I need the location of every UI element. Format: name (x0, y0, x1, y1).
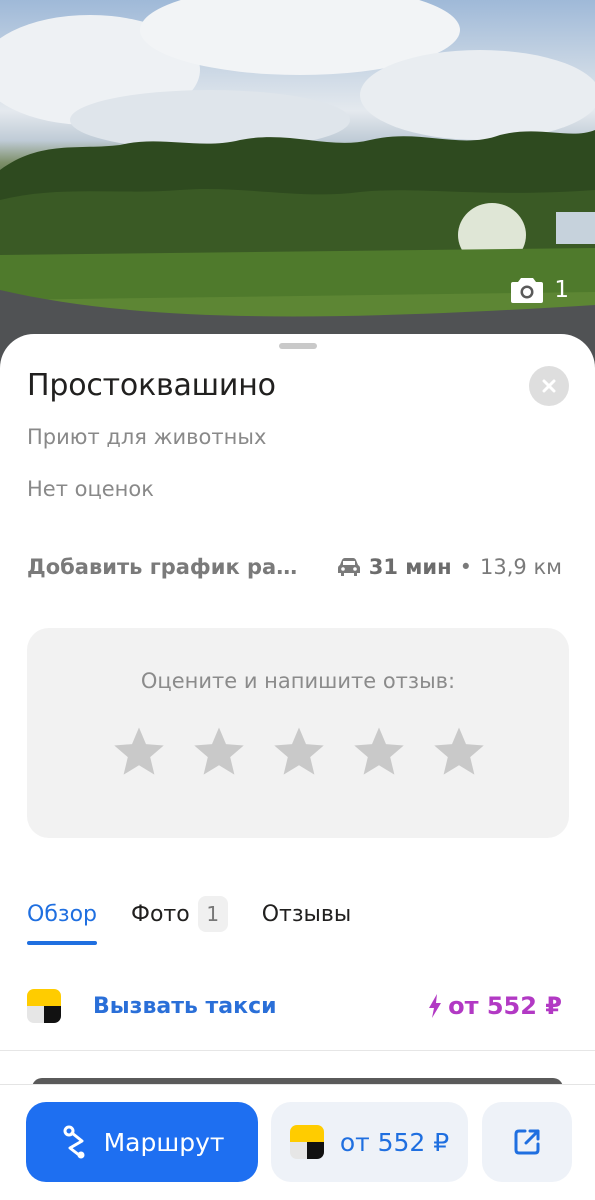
camera-icon (511, 278, 544, 303)
yandex-taxi-logo-icon (289, 1125, 324, 1159)
route-button[interactable]: Маршрут (26, 1102, 258, 1182)
taxi-button-price: от 552 ₽ (339, 1127, 450, 1157)
tab-bar: Обзор Фото 1 Отзывы (27, 892, 352, 945)
tab-overview-label: Обзор (27, 901, 98, 927)
close-button[interactable] (529, 366, 569, 406)
info-row: Добавить график работы 31 мин • 13,9 км (27, 552, 562, 582)
taxi-price-text: от 552 ₽ (448, 992, 562, 1020)
route-button-label: Маршрут (103, 1127, 225, 1157)
bottom-action-bar: Маршрут от 552 ₽ (0, 1084, 595, 1200)
star-icon[interactable] (271, 724, 327, 780)
tab-reviews[interactable]: Отзывы (262, 892, 352, 936)
review-card: Оцените и напишите отзыв: (27, 628, 569, 838)
distance: 13,9 км (480, 555, 562, 579)
lightning-icon (429, 994, 442, 1018)
add-schedule-link[interactable]: Добавить график работы (27, 555, 307, 579)
place-category: Приют для животных (27, 425, 267, 449)
yandex-taxi-logo-icon (27, 989, 61, 1023)
tab-photos-badge: 1 (197, 896, 228, 932)
share-button[interactable] (482, 1102, 572, 1182)
rating-text: Нет оценок (27, 477, 154, 501)
star-icon[interactable] (351, 724, 407, 780)
close-icon (542, 379, 556, 393)
photo-counter[interactable]: 1 (510, 276, 569, 304)
drive-time: 31 мин (368, 555, 452, 579)
car-icon (337, 558, 360, 576)
review-prompt: Оцените и напишите отзыв: (140, 669, 456, 693)
tab-overview[interactable]: Обзор (27, 892, 98, 945)
share-icon (514, 1129, 540, 1155)
star-rating[interactable] (111, 724, 487, 780)
route-summary[interactable]: 31 мин • 13,9 км (337, 555, 562, 579)
taxi-price: от 552 ₽ (428, 992, 562, 1020)
star-icon[interactable] (191, 724, 247, 780)
tab-photos-label: Фото (131, 901, 190, 927)
photo-count: 1 (554, 277, 569, 303)
call-taxi-label: Вызвать такси (93, 993, 277, 1019)
tab-reviews-label: Отзывы (261, 901, 352, 927)
taxi-button[interactable]: от 552 ₽ (271, 1102, 468, 1182)
place-title: Простоквашино (27, 368, 276, 403)
divider (0, 1050, 595, 1051)
star-icon[interactable] (431, 724, 487, 780)
route-separator: • (459, 555, 473, 579)
tab-photos[interactable]: Фото 1 (131, 892, 228, 936)
star-icon[interactable] (111, 724, 167, 780)
sheet-drag-handle[interactable] (279, 343, 317, 349)
call-taxi-row[interactable]: Вызвать такси от 552 ₽ (27, 986, 562, 1026)
place-photo[interactable]: 1 (0, 0, 595, 370)
photo-landscape (0, 0, 595, 370)
place-card: Простоквашино Приют для животных Нет оце… (0, 334, 595, 1200)
route-icon (63, 1125, 85, 1159)
